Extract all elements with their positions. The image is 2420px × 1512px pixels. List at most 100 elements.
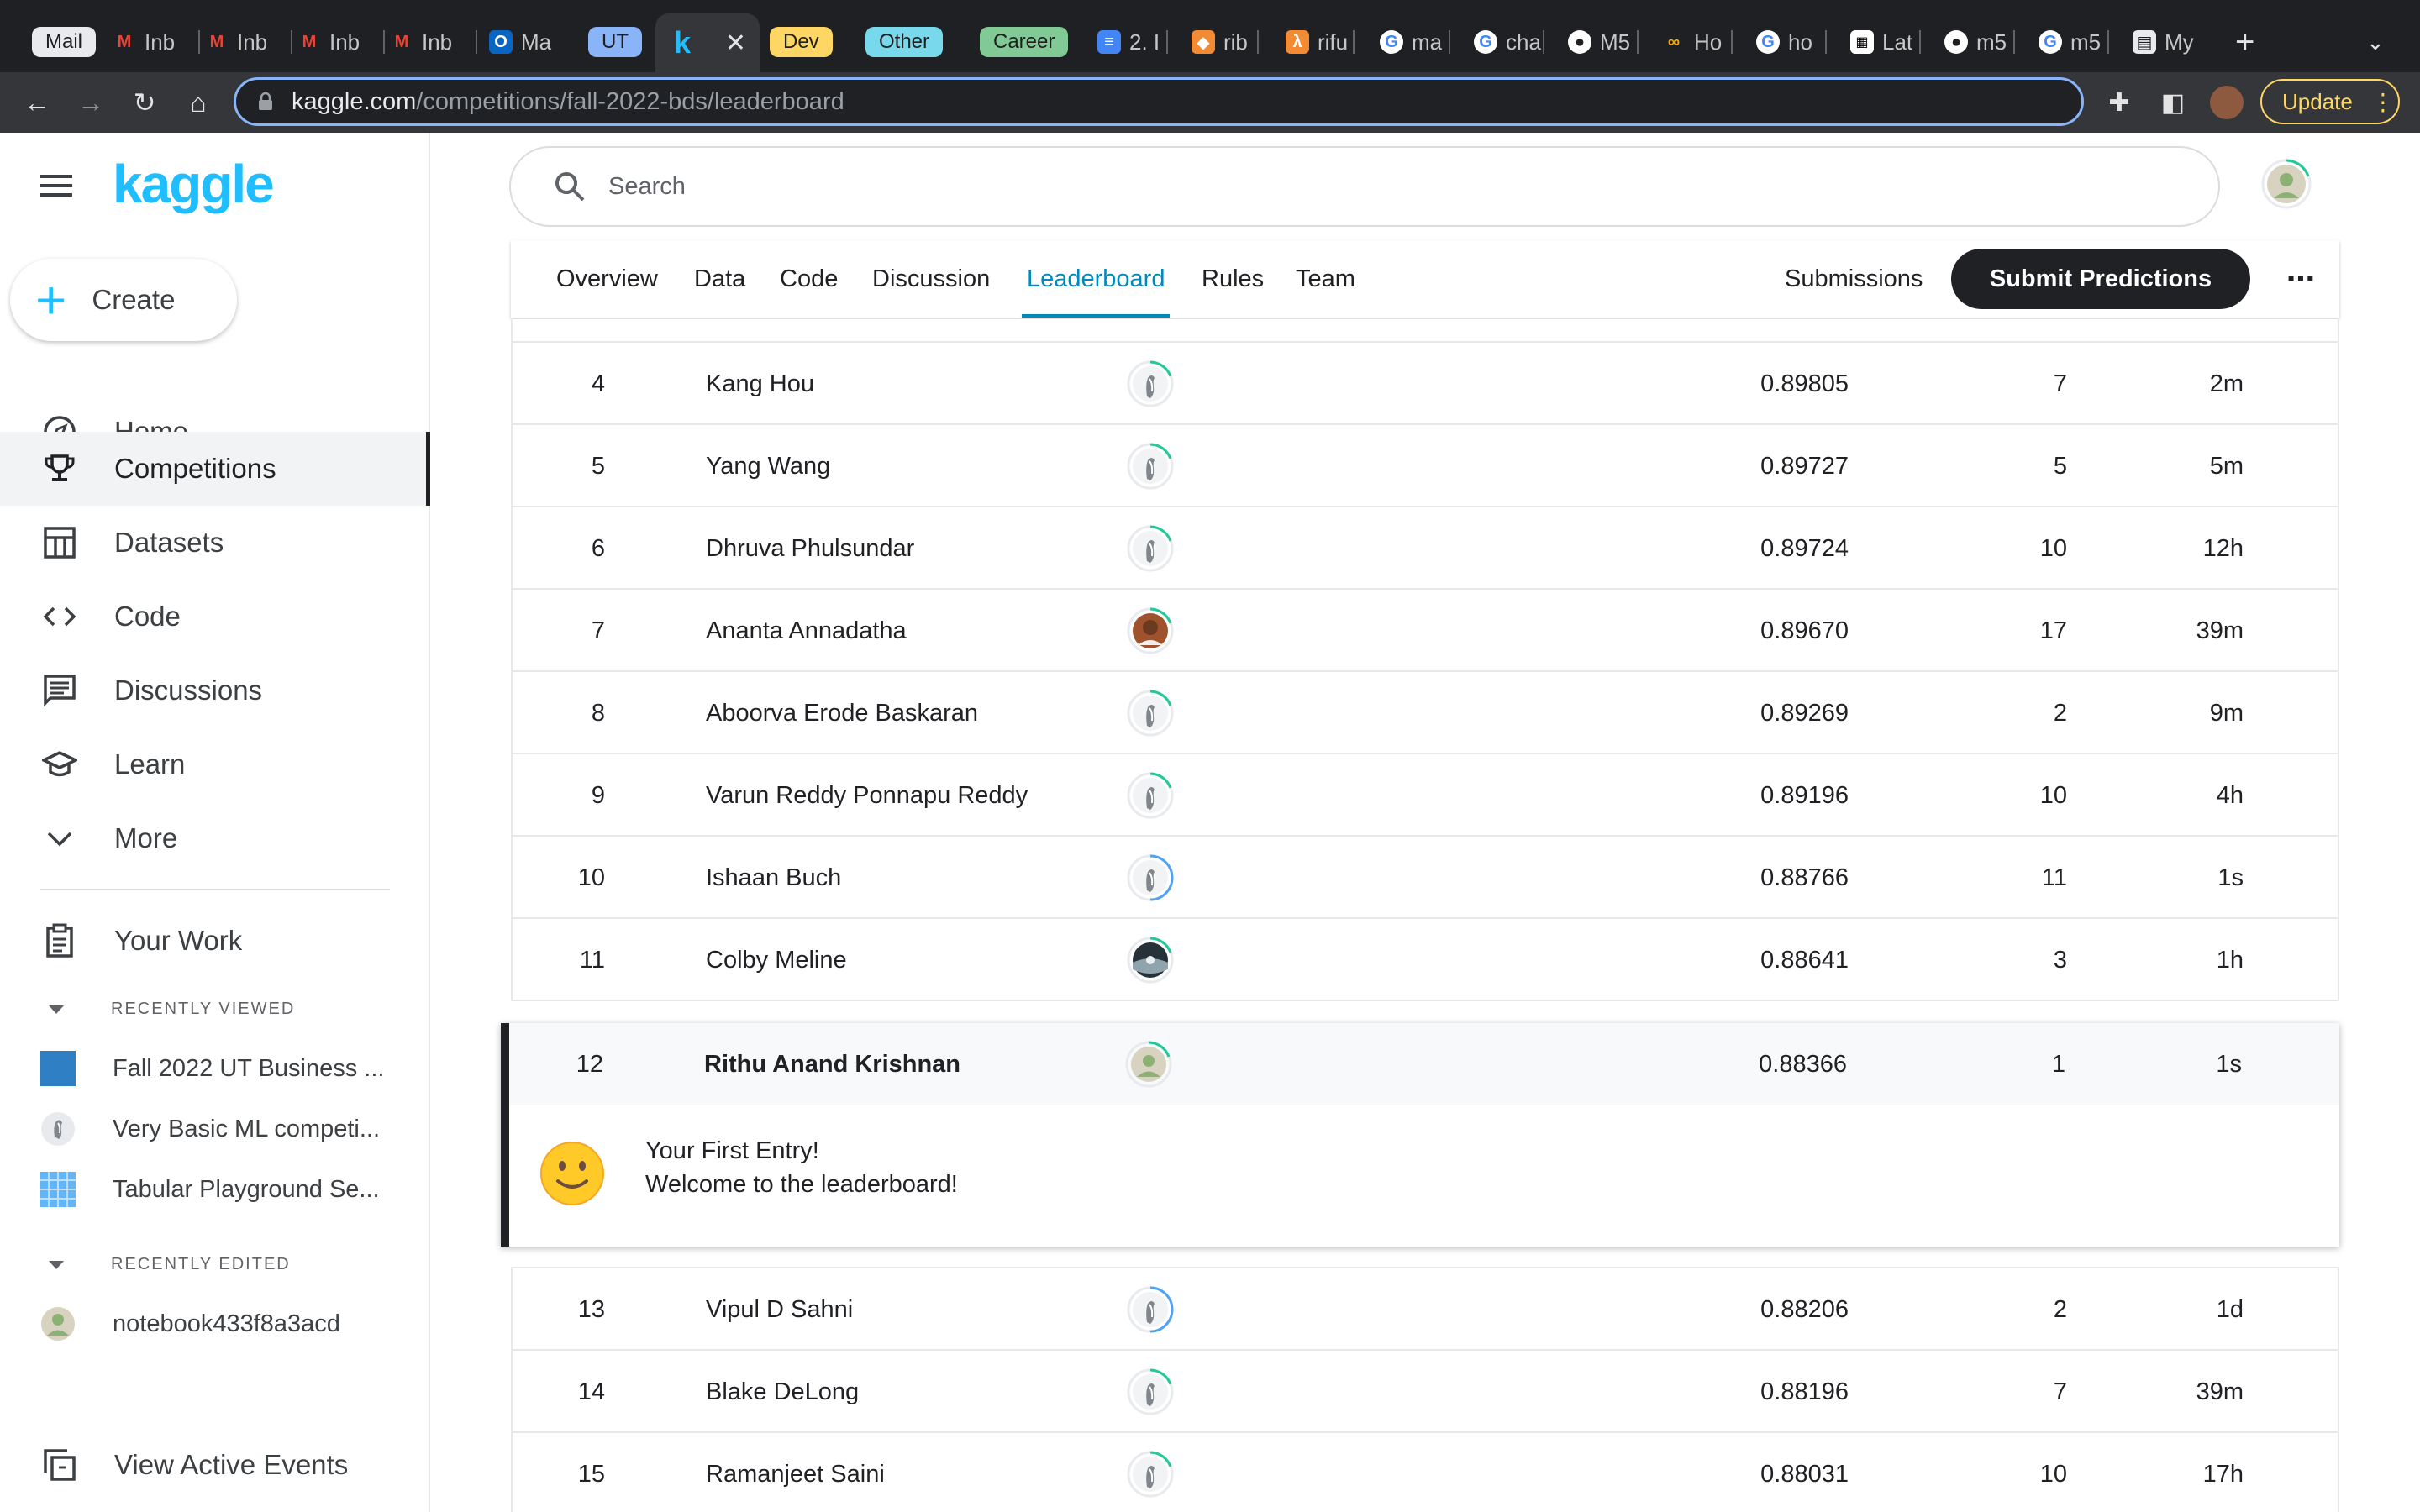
extensions-icon[interactable]: ✚: [2101, 84, 2138, 121]
table-row[interactable]: 4 Kang Hou 0.89805 7 2m: [511, 343, 2339, 425]
team-name-cell[interactable]: Yang Wang: [706, 453, 830, 480]
user-avatar[interactable]: [1126, 1368, 1175, 1416]
team-name-cell[interactable]: Ishaan Buch: [706, 864, 841, 892]
browser-tab[interactable]: ▤ My: [2133, 18, 2203, 66]
search-input[interactable]: Search: [509, 146, 2220, 227]
team-name-cell[interactable]: Kang Hou: [706, 370, 814, 398]
recent-item[interactable]: Very Basic ML competi...: [40, 1104, 410, 1154]
more-options-icon[interactable]: ⋯: [2282, 260, 2319, 297]
side-panel-icon[interactable]: ◧: [2154, 84, 2191, 121]
table-row[interactable]: 9 Varun Reddy Ponnapu Reddy 0.89196 10 4h: [511, 754, 2339, 837]
create-button[interactable]: + Create: [10, 259, 237, 341]
team-name-cell[interactable]: Blake DeLong: [706, 1378, 859, 1406]
browser-tab[interactable]: ▦ Lat: [1850, 18, 1921, 66]
browser-tab[interactable]: M Inb: [205, 18, 292, 66]
recent-item[interactable]: Fall 2022 UT Business ...: [40, 1043, 410, 1094]
team-name-cell[interactable]: Vipul D Sahni: [706, 1296, 853, 1324]
browser-tab[interactable]: Gm5: [2039, 18, 2109, 66]
table-row[interactable]: 13 Vipul D Sahni 0.88206 2 1d: [511, 1268, 2339, 1351]
user-avatar[interactable]: [1126, 524, 1175, 573]
team-name-cell[interactable]: Ramanjeet Saini: [706, 1461, 885, 1488]
recent-item[interactable]: notebook433f8a3acd: [40, 1299, 410, 1349]
tab-discussion[interactable]: Discussion: [872, 240, 990, 318]
table-row[interactable]: 11 Colby Meline 0.88641 3 1h: [511, 919, 2339, 1001]
update-button[interactable]: Update ⋮: [2260, 79, 2400, 124]
sidebar-item-more[interactable]: More: [0, 801, 430, 875]
user-avatar[interactable]: [1126, 689, 1175, 738]
tab-group-other[interactable]: Other: [865, 18, 944, 66]
active-browser-tab[interactable]: k ✕: [655, 13, 760, 72]
tab-team[interactable]: Team: [1296, 240, 1355, 318]
browser-tab[interactable]: ∞ Ho: [1662, 18, 1733, 66]
tab-rules[interactable]: Rules: [1202, 240, 1264, 318]
browser-tab[interactable]: Gcha: [1474, 18, 1544, 66]
tab-code[interactable]: Code: [780, 240, 838, 318]
hamburger-menu-icon[interactable]: [40, 173, 74, 198]
tab-group-career[interactable]: Career: [980, 18, 1069, 66]
browser-tab[interactable]: ● m5: [1944, 18, 2015, 66]
table-row[interactable]: 5 Yang Wang 0.89727 5 5m: [511, 425, 2339, 507]
submissions-link[interactable]: Submissions: [1785, 240, 1923, 318]
tab-overview[interactable]: Overview: [556, 240, 658, 318]
browser-tab[interactable]: λ rifu: [1286, 18, 1355, 66]
tab-group-dev[interactable]: Dev: [770, 18, 833, 66]
recently-edited-header[interactable]: RECENTLY EDITED: [49, 1255, 291, 1274]
back-arrow-icon[interactable]: ←: [18, 84, 55, 121]
kaggle-logo[interactable]: kaggle: [113, 153, 275, 215]
sidebar-item-learn[interactable]: Learn: [0, 727, 430, 801]
team-name-cell[interactable]: Dhruva Phulsundar: [706, 535, 914, 563]
table-row[interactable]: 7 Ananta Annadatha 0.89670 17 39m: [511, 590, 2339, 672]
team-name-cell[interactable]: Colby Meline: [706, 947, 847, 974]
table-row[interactable]: 14 Blake DeLong 0.88196 7 39m: [511, 1351, 2339, 1433]
address-bar[interactable]: kaggle.com/competitions/fall-2022-bds/le…: [234, 77, 2084, 126]
team-name-cell[interactable]: Rithu Anand Krishnan: [704, 1051, 960, 1079]
table-row-current-user[interactable]: 12 Rithu Anand Krishnan 0.88366 1 1s: [509, 1023, 2339, 1105]
recently-viewed-header[interactable]: RECENTLY VIEWED: [49, 1000, 295, 1019]
browser-tab[interactable]: ◆ rib: [1192, 18, 1259, 66]
submit-predictions-button[interactable]: Submit Predictions: [1951, 249, 2250, 309]
browser-tab[interactable]: ● M5: [1568, 18, 1639, 66]
browser-tab[interactable]: M Inb: [390, 18, 477, 66]
sidebar-item-competitions[interactable]: Competitions: [0, 432, 430, 506]
table-row[interactable]: 10 Ishaan Buch 0.88766 11 1s: [511, 837, 2339, 919]
home-icon[interactable]: ⌂: [180, 84, 217, 121]
tab-leaderboard[interactable]: Leaderboard: [1021, 240, 1171, 318]
sidebar-item-your-work[interactable]: Your Work: [0, 904, 430, 978]
team-name-cell[interactable]: Aboorva Erode Baskaran: [706, 700, 978, 727]
close-tab-icon[interactable]: ✕: [725, 29, 746, 58]
tab-data[interactable]: Data: [694, 240, 745, 318]
user-avatar[interactable]: [1126, 1450, 1175, 1499]
user-avatar[interactable]: [1126, 853, 1175, 902]
user-avatar[interactable]: [1126, 360, 1175, 408]
team-name-cell[interactable]: Ananta Annadatha: [706, 617, 907, 645]
browser-tab[interactable]: ≡ 2. I: [1097, 18, 1168, 66]
table-row[interactable]: 15 Ramanjeet Saini 0.88031 10 17h: [511, 1433, 2339, 1512]
sidebar-item-discussions[interactable]: Discussions: [0, 654, 430, 727]
tab-group-mail[interactable]: Mail: [32, 18, 97, 66]
user-avatar[interactable]: [1126, 606, 1175, 655]
user-avatar[interactable]: [1126, 442, 1175, 491]
new-tab-icon[interactable]: +: [2235, 18, 2269, 66]
profile-avatar[interactable]: [2208, 84, 2245, 121]
browser-tab[interactable]: Gma: [1380, 18, 1450, 66]
reload-icon[interactable]: ↻: [126, 84, 163, 121]
recent-item[interactable]: Tabular Playground Se...: [40, 1164, 410, 1215]
user-avatar[interactable]: [2260, 158, 2312, 210]
table-row[interactable]: 8 Aboorva Erode Baskaran 0.89269 2 9m: [511, 672, 2339, 754]
browser-tab[interactable]: M Inb: [297, 18, 385, 66]
tab-group-ut[interactable]: UT: [588, 18, 642, 66]
team-name-cell[interactable]: Varun Reddy Ponnapu Reddy: [706, 782, 1028, 810]
browser-tab[interactable]: O Ma: [489, 18, 565, 66]
user-avatar[interactable]: [1126, 771, 1175, 820]
table-row[interactable]: 6 Dhruva Phulsundar 0.89724 10 12h: [511, 507, 2339, 590]
tab-search-chevron-icon[interactable]: ⌄: [2366, 18, 2400, 66]
forward-arrow-icon[interactable]: →: [72, 84, 109, 121]
view-active-events-button[interactable]: View Active Events: [0, 1428, 430, 1502]
browser-tab[interactable]: M Inb: [113, 18, 200, 66]
browser-tab[interactable]: Gho: [1756, 18, 1827, 66]
user-avatar[interactable]: [1126, 936, 1175, 984]
user-avatar[interactable]: [1126, 1285, 1175, 1334]
user-avatar[interactable]: [1124, 1040, 1173, 1089]
sidebar-item-datasets[interactable]: Datasets: [0, 506, 430, 580]
sidebar-item-code[interactable]: Code: [0, 580, 430, 654]
